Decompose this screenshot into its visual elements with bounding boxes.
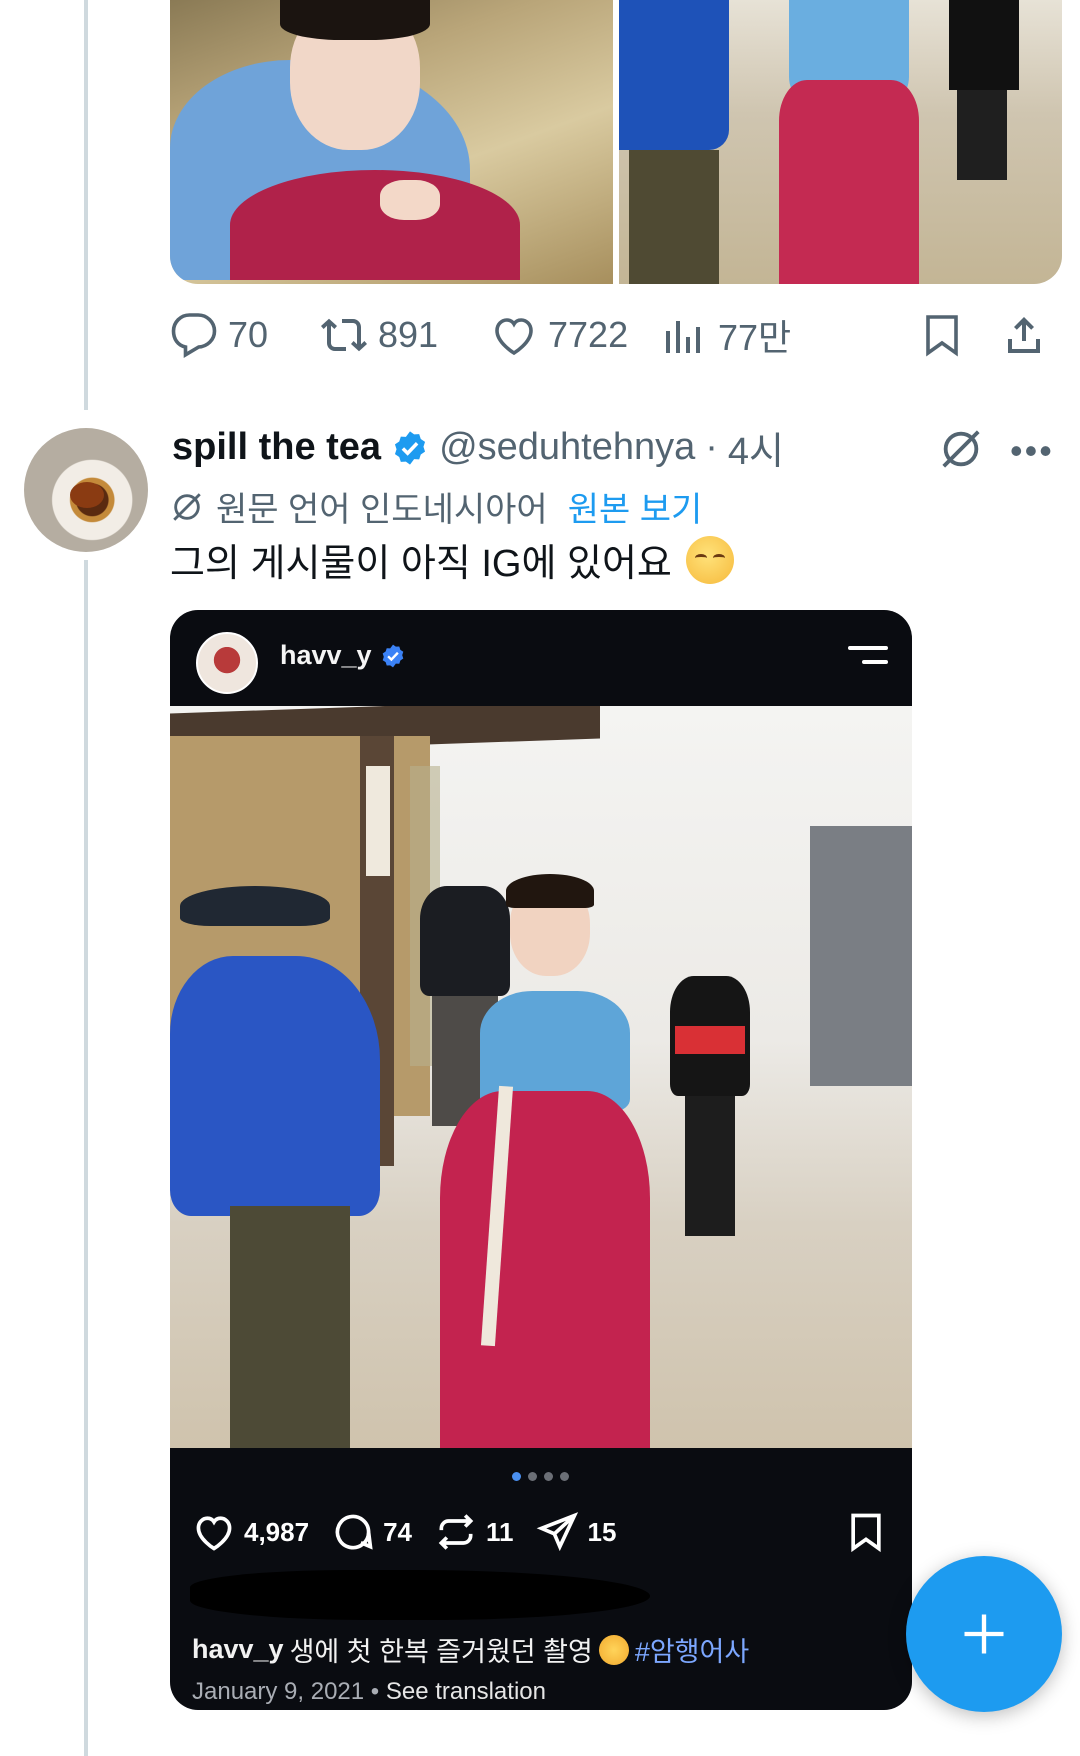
ig-header: havv_y bbox=[170, 610, 912, 706]
relieved-face-emoji bbox=[685, 535, 734, 584]
repost-icon bbox=[321, 318, 367, 352]
ig-caption-text: 생에 첫 한복 즐거웠던 촬영 bbox=[289, 1637, 593, 1667]
display-name[interactable]: spill the tea bbox=[172, 426, 381, 469]
translated-label: 원문 언어 인도네시아어 bbox=[216, 491, 548, 529]
photo-hanbok-sitting[interactable] bbox=[170, 0, 613, 284]
ig-caption: havv_y 생에 첫 한복 즐거웠던 촬영 #암행어사 bbox=[192, 1630, 749, 1669]
instagram-screenshot[interactable]: havv_y 4,987 74 11 15 havv_y 생에 첫 한복 즐거웠… bbox=[170, 610, 912, 1710]
ig-like-count: 4,987 bbox=[244, 1516, 310, 1547]
ig-share-count: 15 bbox=[587, 1516, 617, 1547]
thread-line-top bbox=[84, 0, 88, 410]
thread-line-bottom bbox=[84, 560, 88, 1756]
ig-username: havv_y bbox=[280, 640, 372, 670]
ig-menu-icon bbox=[848, 646, 888, 674]
crew-hoodie-shape bbox=[949, 0, 1019, 90]
translation-notice: 원문 언어 인도네시아어 원본 보기 bbox=[170, 482, 702, 531]
ig-heart-icon bbox=[196, 1516, 232, 1551]
ig-caption-user: havv_y bbox=[192, 1634, 284, 1664]
woman-hair-shape bbox=[506, 874, 594, 908]
photo-hanbok-standing[interactable] bbox=[619, 0, 1062, 284]
crew-jacket-shape bbox=[619, 0, 729, 150]
compose-icon bbox=[964, 1614, 1004, 1654]
bookmark-button[interactable] bbox=[918, 305, 966, 365]
reply-count: 70 bbox=[228, 314, 269, 355]
ig-comment-count: 74 bbox=[383, 1516, 412, 1547]
ig-meta: January 9, 2021 • See translation bbox=[192, 1678, 546, 1706]
ig-repost-count: 11 bbox=[486, 1516, 514, 1547]
crew-black-puffer-shape bbox=[420, 886, 510, 996]
chima-red-skirt-shape bbox=[440, 1091, 650, 1448]
crew-pants-shape bbox=[629, 150, 719, 284]
more-icon[interactable]: ••• bbox=[1010, 430, 1054, 472]
redacted-scribble bbox=[190, 1570, 650, 1620]
crew-cargo-pants-shape bbox=[230, 1206, 350, 1448]
ig-repost-icon bbox=[438, 1514, 474, 1550]
views-count: 77만 bbox=[718, 317, 792, 358]
timestamp[interactable]: 4시 bbox=[728, 420, 784, 475]
ig-date: January 9, 2021 bbox=[192, 1678, 365, 1705]
ig-comment-icon bbox=[335, 1514, 373, 1550]
bookmark-icon bbox=[926, 315, 958, 357]
ig-username-row: havv_y bbox=[280, 640, 406, 671]
reply-button[interactable]: 70 bbox=[170, 305, 268, 365]
ig-repost: 11 bbox=[434, 1510, 514, 1554]
red-skirt-shape bbox=[230, 170, 520, 280]
ig-meta-separator: • bbox=[370, 1678, 380, 1705]
crew-black-pants-shape bbox=[685, 1096, 735, 1236]
ig-see-translation: See translation bbox=[385, 1678, 546, 1705]
ig-bookmark-icon bbox=[851, 1513, 881, 1553]
separator: · bbox=[705, 426, 718, 468]
signboard-shape bbox=[366, 766, 390, 876]
ig-actions: 4,987 74 11 15 bbox=[192, 1510, 616, 1554]
ig-hashtag: #암행어사 bbox=[634, 1637, 750, 1667]
ig-photo-hanbok bbox=[170, 706, 912, 1448]
repost-button[interactable]: 891 bbox=[320, 305, 438, 365]
tweet-body: 그의 게시물이 아직 IG에 있어요 bbox=[170, 543, 672, 585]
ig-verified-icon bbox=[382, 644, 403, 667]
previous-tweet-actions: 70 891 7722 77만 bbox=[170, 305, 1070, 365]
hanbok-skirt-shape bbox=[779, 80, 919, 284]
tea-cup-shape bbox=[70, 482, 104, 508]
like-button[interactable]: 7722 bbox=[490, 305, 628, 365]
like-count: 7722 bbox=[548, 314, 629, 355]
share-icon bbox=[1008, 317, 1040, 353]
compose-button[interactable] bbox=[906, 1556, 1062, 1712]
ig-send-icon bbox=[536, 1512, 578, 1552]
reply-icon bbox=[171, 313, 217, 358]
previous-tweet-media[interactable] bbox=[170, 0, 1062, 284]
crew-legs-shape bbox=[957, 90, 1007, 180]
smiling-emoji bbox=[598, 1634, 629, 1665]
share-button[interactable] bbox=[1000, 305, 1048, 365]
hair-shape bbox=[280, 0, 430, 40]
views-icon bbox=[666, 321, 700, 353]
crew-hat-shape bbox=[180, 886, 330, 926]
tweet-header: spill the tea @seduhtehnya · 4시 bbox=[172, 420, 784, 475]
repost-count: 891 bbox=[378, 314, 439, 355]
hand-shape bbox=[380, 180, 440, 220]
ig-comment: 74 bbox=[331, 1510, 412, 1554]
ig-avatar bbox=[196, 632, 258, 694]
tweet-text: 그의 게시물이 아직 IG에 있어요 bbox=[170, 532, 734, 587]
hoodie-red-print-shape bbox=[675, 1026, 745, 1054]
show-original-link[interactable]: 원본 보기 bbox=[568, 482, 703, 531]
handle[interactable]: @seduhtehnya bbox=[439, 426, 695, 469]
like-icon bbox=[495, 318, 533, 356]
crew-blue-jacket-shape bbox=[170, 956, 380, 1216]
grok-icon[interactable] bbox=[938, 426, 984, 472]
views-button[interactable]: 77만 bbox=[660, 305, 791, 365]
ig-share: 15 bbox=[536, 1510, 617, 1554]
ig-like: 4,987 bbox=[192, 1510, 309, 1554]
carousel-dots bbox=[512, 1472, 569, 1481]
avatar[interactable] bbox=[24, 428, 148, 552]
tiled-roof-shape bbox=[810, 826, 912, 1086]
verified-icon bbox=[395, 430, 426, 465]
translate-icon bbox=[173, 492, 201, 521]
